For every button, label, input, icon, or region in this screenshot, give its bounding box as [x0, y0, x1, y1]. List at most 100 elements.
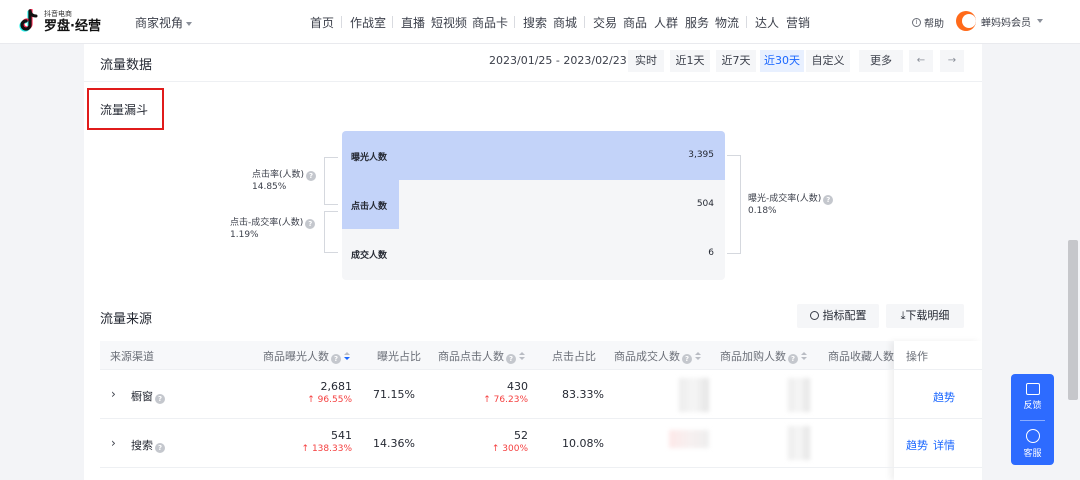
logo-title: 罗盘·经营 — [44, 19, 101, 34]
download-details-button[interactable]: ⤓下载明细 — [886, 304, 964, 328]
feedback-icon — [1025, 383, 1040, 395]
funnel-stage-click-label: 点击人数 — [351, 202, 388, 212]
role-selector-label: 商家视角 — [135, 16, 184, 30]
nav-item-trade[interactable]: 交易 — [593, 14, 617, 31]
period-tab-1d[interactable]: 近1天 — [670, 50, 710, 72]
page-scrollbar[interactable] — [1068, 240, 1078, 400]
sort-icon[interactable] — [519, 352, 525, 361]
funnel-stage-deal-label: 成交人数 — [351, 251, 388, 261]
column-header-exposure-label: 商品曝光人数 — [263, 350, 329, 363]
help-label: 帮助 — [924, 19, 944, 30]
chevron-down-icon — [186, 21, 193, 26]
nav-item-live[interactable]: 直播 — [401, 14, 425, 31]
next-arrow-icon[interactable]: → — [940, 50, 964, 72]
customer-service-button[interactable]: 客服 — [1011, 429, 1054, 459]
user-menu[interactable]: 蝉妈妈会员 — [956, 11, 1043, 31]
metric-config-label: 指标配置 — [822, 309, 867, 322]
funnel-title: 流量漏斗 — [100, 103, 149, 117]
date-range-display[interactable]: 2023/01/25 - 2023/02/23 — [489, 54, 627, 67]
traffic-data-title: 流量数据 — [100, 58, 153, 73]
expand-chevron-icon[interactable]: › — [111, 387, 116, 401]
clicks-delta: ↑ 76.23% — [483, 395, 528, 405]
more-button[interactable]: 更多 — [859, 50, 903, 72]
question-icon[interactable]: ? — [331, 354, 341, 364]
click-rate-label: 点击率(人数) — [252, 170, 305, 180]
nav-item-product[interactable]: 商品 — [623, 14, 647, 31]
role-selector[interactable]: 商家视角 — [135, 14, 193, 31]
nav-item-audience[interactable]: 人群 — [654, 14, 678, 31]
clicks-value: 52 — [514, 429, 528, 442]
exposure-delta: ↑ 138.33% — [301, 444, 352, 454]
nav-item-marketing[interactable]: 营销 — [786, 14, 810, 31]
column-header-add-cart[interactable]: 商品加购人数? — [720, 348, 807, 364]
funnel-stage-exposure-label: 曝光人数 — [351, 153, 388, 163]
period-tab-custom[interactable]: 自定义 — [806, 50, 850, 72]
funnel-stage-exposure-value: 3,395 — [688, 150, 714, 160]
sort-icon[interactable] — [801, 352, 807, 361]
click-share-value: 10.08% — [562, 437, 604, 450]
column-header-clicks[interactable]: 商品点击人数? — [438, 348, 525, 364]
exposure-delta: ↑ 96.55% — [307, 395, 352, 405]
traffic-funnel: 曝光人数 3,395 点击人数 504 成交人数 6 — [342, 131, 725, 280]
nav-item-product-card[interactable]: 商品卡 — [472, 14, 508, 31]
question-icon[interactable]: ? — [306, 171, 317, 181]
trend-link[interactable]: 趋势 — [933, 389, 955, 405]
funnel-title-highlight: 流量漏斗 — [87, 88, 164, 130]
nav-item-service[interactable]: 服务 — [685, 14, 709, 31]
widget-divider — [1020, 420, 1045, 421]
nav-item-search[interactable]: 搜索 — [523, 14, 547, 31]
exposure-share-value: 14.36% — [373, 437, 415, 450]
nav-divider — [392, 16, 393, 28]
sort-icon[interactable] — [695, 352, 701, 361]
exposure-value: 2,681 — [320, 380, 353, 393]
question-icon[interactable]: ? — [682, 354, 692, 364]
sort-icon[interactable] — [344, 352, 350, 361]
feedback-button[interactable]: 反馈 — [1011, 383, 1054, 411]
period-tab-30d[interactable]: 近30天 — [760, 50, 804, 72]
operations-column: 操作 — [894, 341, 982, 480]
column-header-deals[interactable]: 商品成交人数? — [614, 348, 701, 364]
row-divider — [100, 467, 982, 468]
expand-chevron-icon[interactable]: › — [111, 436, 116, 450]
nav-divider — [341, 16, 342, 28]
question-icon[interactable]: ? — [506, 354, 516, 364]
column-header-deals-label: 商品成交人数 — [614, 350, 680, 363]
nav-item-logistics[interactable]: 物流 — [715, 14, 739, 31]
question-icon[interactable]: ? — [155, 443, 165, 453]
user-name: 蝉妈妈会员 — [981, 17, 1031, 29]
period-tab-7d[interactable]: 近7天 — [716, 50, 756, 72]
logo-subtitle: 抖音电商 — [44, 10, 72, 18]
help-link[interactable]: i 帮助 — [912, 15, 944, 30]
settings-icon — [809, 311, 819, 320]
app-logo[interactable]: 抖音电商 罗盘·经营 — [18, 9, 101, 35]
channel-label: 橱窗 — [131, 390, 153, 403]
prev-arrow-icon[interactable]: ← — [909, 50, 933, 72]
question-icon[interactable]: ? — [788, 354, 798, 364]
nav-item-home[interactable]: 首页 — [310, 14, 334, 31]
column-header-clicks-label: 商品点击人数 — [438, 350, 504, 363]
trend-link[interactable]: 趋势 — [906, 437, 928, 453]
metric-config-button[interactable]: 指标配置 — [797, 304, 879, 328]
click-conversion-metric: 点击-成交率(人数)? 1.19% — [230, 217, 316, 241]
column-header-exposure[interactable]: 商品曝光人数? — [263, 348, 350, 364]
section-divider — [84, 81, 982, 82]
nav-item-influencer[interactable]: 达人 — [755, 14, 779, 31]
question-icon[interactable]: ? — [823, 195, 834, 205]
download-details-label: 下载明细 — [905, 309, 950, 322]
question-icon[interactable]: ? — [155, 394, 165, 404]
nav-item-mall[interactable]: 商城 — [553, 14, 577, 31]
info-icon: i — [912, 18, 921, 27]
headset-icon — [1025, 429, 1040, 443]
exposure-conversion-label: 曝光-成交率(人数) — [748, 194, 822, 204]
nav-item-short-video[interactable]: 短视频 — [431, 14, 467, 31]
exposure-conversion-bracket — [727, 155, 741, 254]
period-tab-realtime[interactable]: 实时 — [628, 50, 664, 72]
details-link[interactable]: 详情 — [933, 437, 955, 453]
channel-name: 橱窗? — [131, 388, 165, 404]
blurred-value — [788, 426, 810, 460]
question-icon[interactable]: ? — [305, 219, 316, 229]
customer-service-label: 客服 — [1023, 449, 1042, 459]
column-header-channel: 来源渠道 — [110, 350, 154, 363]
nav-item-war-room[interactable]: 作战室 — [350, 14, 386, 31]
avatar — [956, 11, 976, 31]
